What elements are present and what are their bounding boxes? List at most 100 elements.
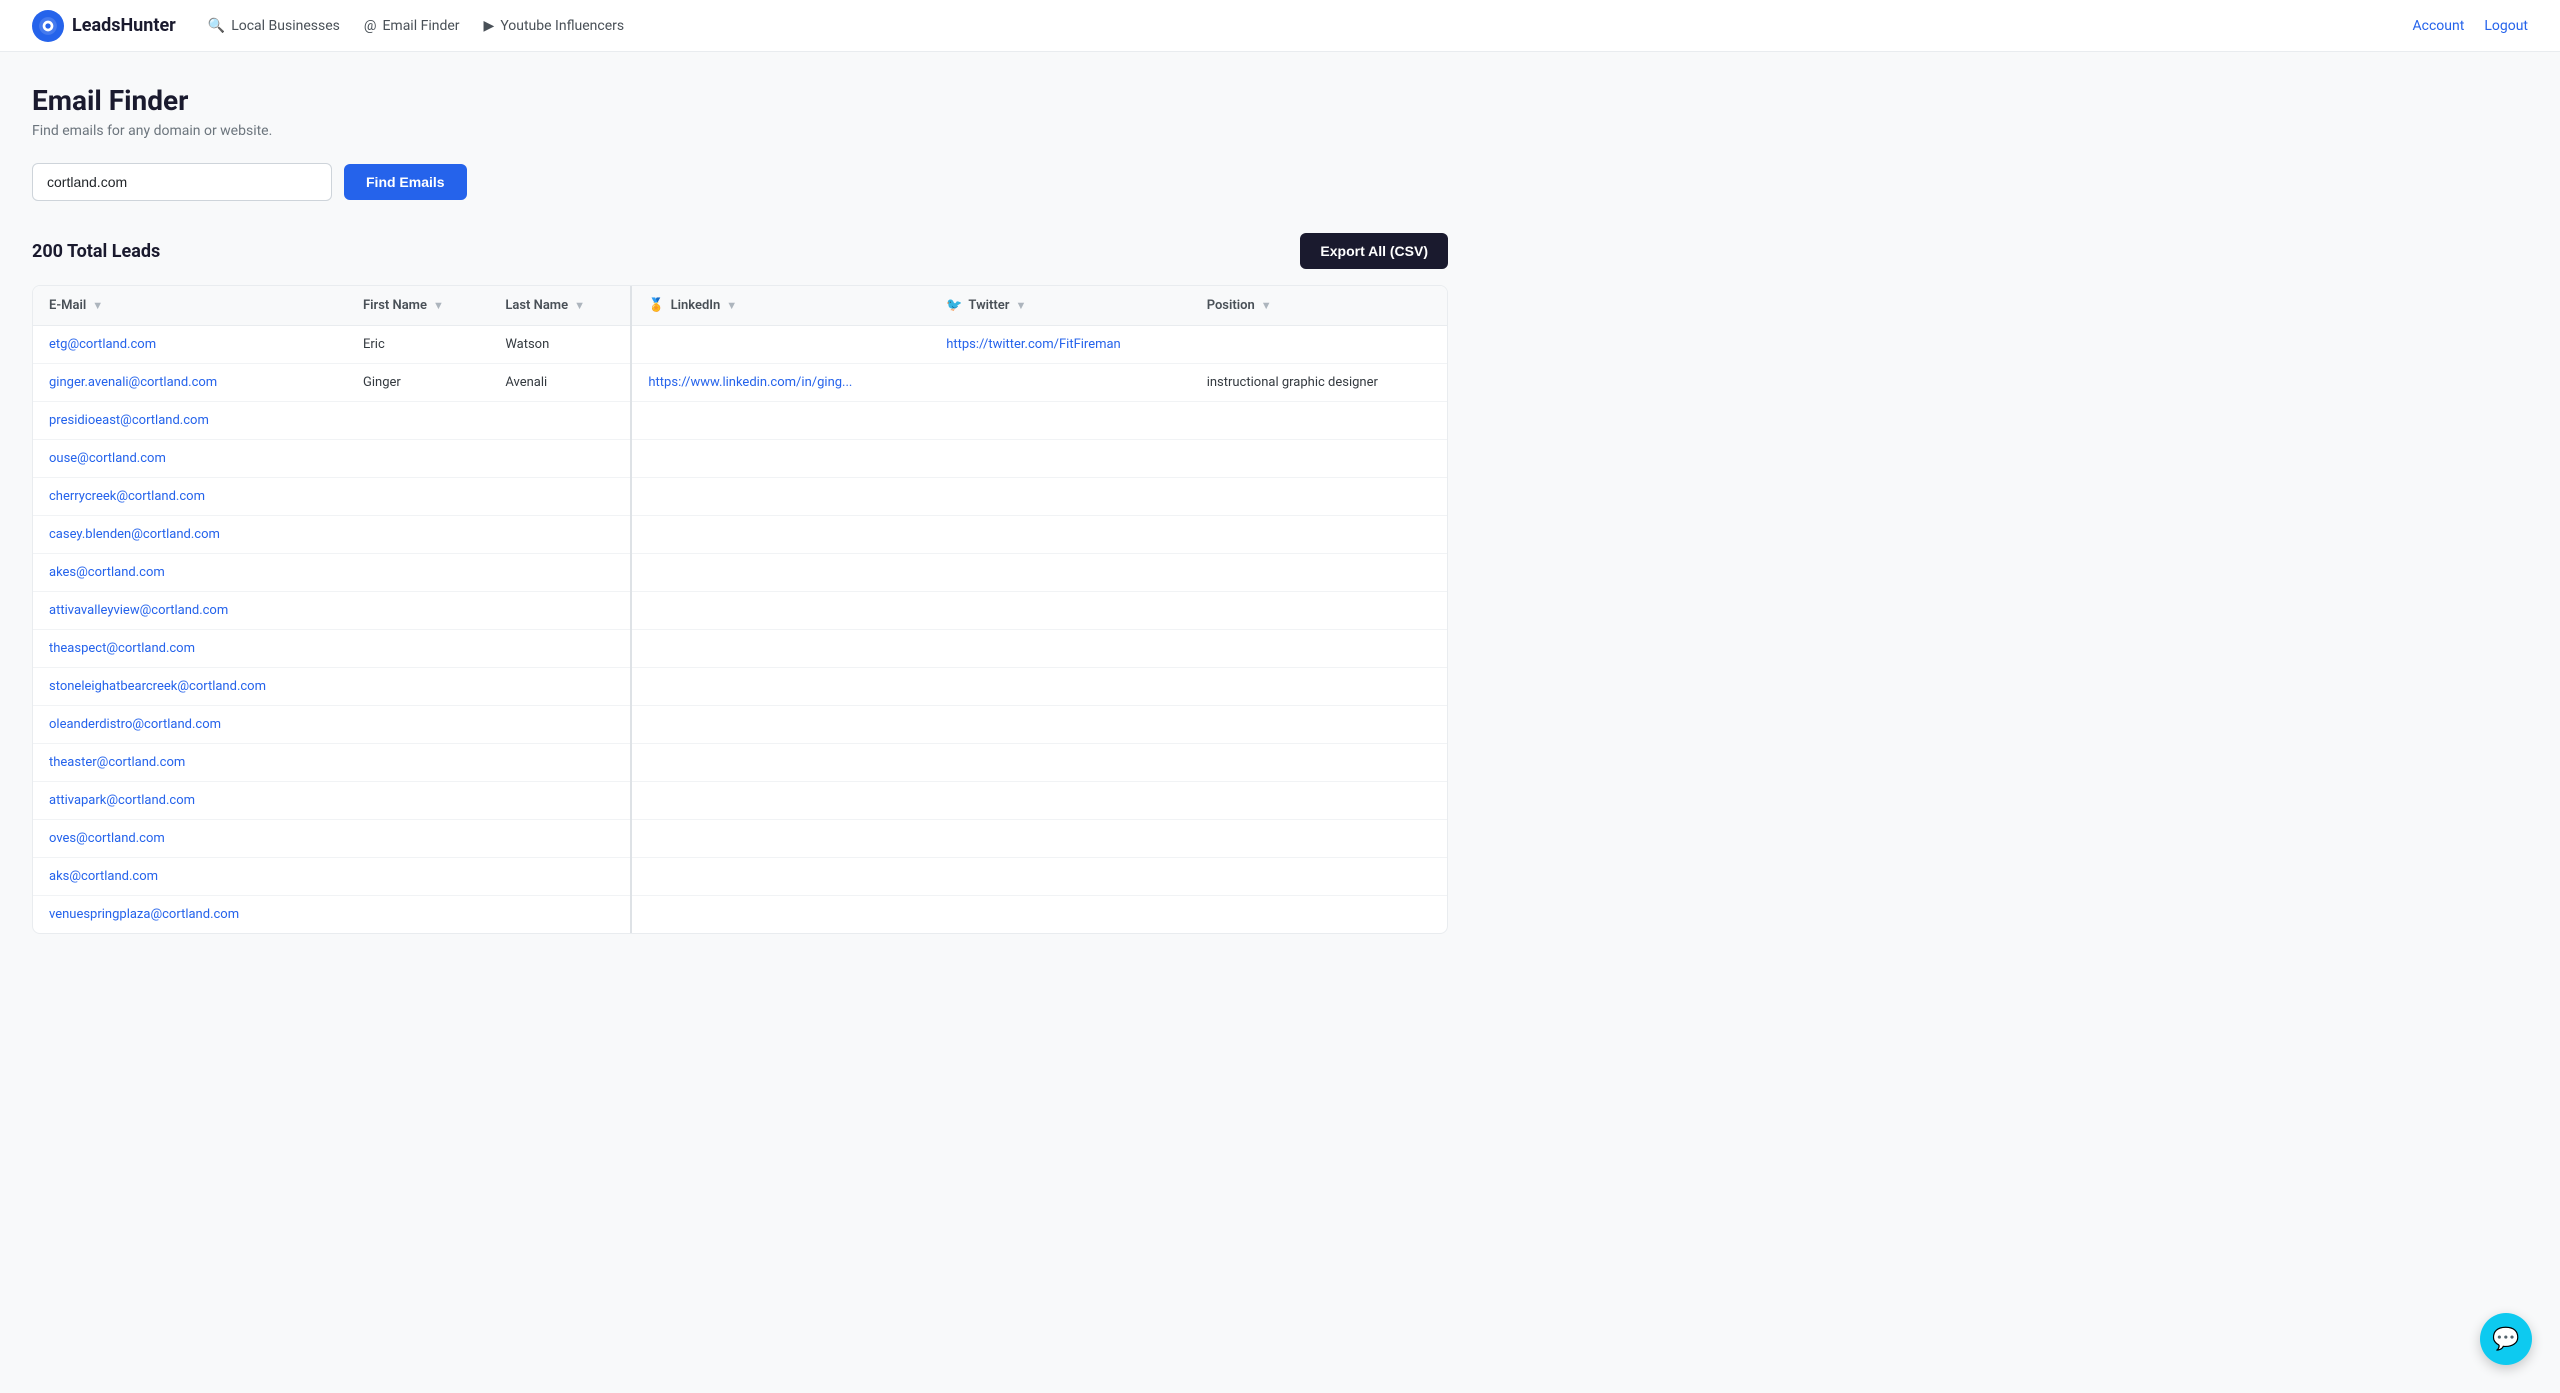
- col-last-name: Last Name ▼: [489, 286, 631, 326]
- cell-linkedin: [631, 630, 930, 668]
- cell-position: [1191, 440, 1447, 478]
- cell-last-name: [489, 440, 631, 478]
- cell-linkedin: [631, 896, 930, 934]
- nav-email-finder[interactable]: @ Email Finder: [364, 18, 460, 34]
- table-row: casey.blenden@cortland.com: [33, 516, 1447, 554]
- table-row: theaspect@cortland.com: [33, 630, 1447, 668]
- table-row: etg@cortland.comEricWatsonhttps://twitte…: [33, 326, 1447, 364]
- position-filter-icon[interactable]: ▼: [1261, 299, 1272, 312]
- cell-last-name: [489, 554, 631, 592]
- linkedin-link[interactable]: https://www.linkedin.com/in/ging...: [648, 375, 852, 390]
- cell-last-name: [489, 820, 631, 858]
- table-row: stoneleighatbearcreek@cortland.com: [33, 668, 1447, 706]
- cell-last-name: [489, 668, 631, 706]
- cell-twitter[interactable]: https://twitter.com/FitFireman: [930, 326, 1190, 364]
- cell-linkedin: [631, 478, 930, 516]
- brand-name: LeadsHunter: [72, 15, 176, 36]
- linkedin-filter-icon[interactable]: ▼: [726, 299, 737, 312]
- cell-first-name: [347, 820, 489, 858]
- page-subtitle: Find emails for any domain or website.: [32, 123, 1448, 139]
- cell-position: [1191, 668, 1447, 706]
- table-row: cherrycreek@cortland.com: [33, 478, 1447, 516]
- table-body: etg@cortland.comEricWatsonhttps://twitte…: [33, 326, 1447, 934]
- cell-first-name: Eric: [347, 326, 489, 364]
- cell-first-name: [347, 706, 489, 744]
- cell-last-name: [489, 478, 631, 516]
- cell-linkedin[interactable]: https://www.linkedin.com/in/ging...: [631, 364, 930, 402]
- find-emails-button[interactable]: Find Emails: [344, 164, 467, 200]
- leads-table: E-Mail ▼ First Name ▼ La: [33, 286, 1447, 933]
- cell-email: akes@cortland.com: [33, 554, 347, 592]
- nav-local-businesses[interactable]: 🔍 Local Businesses: [208, 18, 340, 34]
- cell-position: instructional graphic designer: [1191, 364, 1447, 402]
- cell-twitter: [930, 554, 1190, 592]
- chat-button[interactable]: 💬: [2480, 1313, 2532, 1365]
- cell-first-name: [347, 858, 489, 896]
- cell-linkedin: [631, 516, 930, 554]
- brand-logo-icon: [32, 10, 64, 42]
- youtube-icon: ▶: [484, 18, 495, 34]
- last-name-filter-icon[interactable]: ▼: [574, 299, 585, 312]
- cell-last-name: Avenali: [489, 364, 631, 402]
- account-link[interactable]: Account: [2413, 18, 2465, 34]
- brand-logo-link[interactable]: LeadsHunter: [32, 10, 176, 42]
- email-filter-icon[interactable]: ▼: [92, 299, 103, 312]
- cell-email: cherrycreek@cortland.com: [33, 478, 347, 516]
- cell-twitter: [930, 516, 1190, 554]
- table-row: ginger.avenali@cortland.comGingerAvenali…: [33, 364, 1447, 402]
- nav-youtube-influencers[interactable]: ▶ Youtube Influencers: [484, 18, 625, 34]
- cell-twitter: [930, 782, 1190, 820]
- cell-linkedin: [631, 592, 930, 630]
- cell-email: attivapark@cortland.com: [33, 782, 347, 820]
- cell-first-name: [347, 554, 489, 592]
- cell-email: venuespringplaza@cortland.com: [33, 896, 347, 934]
- table-row: oves@cortland.com: [33, 820, 1447, 858]
- table-header: E-Mail ▼ First Name ▼ La: [33, 286, 1447, 326]
- table-row: akes@cortland.com: [33, 554, 1447, 592]
- col-first-name: First Name ▼: [347, 286, 489, 326]
- cell-position: [1191, 782, 1447, 820]
- table-row: venuespringplaza@cortland.com: [33, 896, 1447, 934]
- cell-first-name: [347, 440, 489, 478]
- table-row: presidioeast@cortland.com: [33, 402, 1447, 440]
- table-scroll: E-Mail ▼ First Name ▼ La: [33, 286, 1447, 933]
- table-row: aks@cortland.com: [33, 858, 1447, 896]
- twitter-filter-icon[interactable]: ▼: [1015, 299, 1026, 312]
- cell-position: [1191, 554, 1447, 592]
- cell-first-name: [347, 782, 489, 820]
- export-csv-button[interactable]: Export All (CSV): [1300, 233, 1448, 269]
- linkedin-badge-icon: 🏅: [648, 298, 664, 313]
- cell-position: [1191, 592, 1447, 630]
- logout-link[interactable]: Logout: [2484, 18, 2528, 34]
- cell-email: theaspect@cortland.com: [33, 630, 347, 668]
- cell-twitter: [930, 630, 1190, 668]
- cell-email: attivavalleyview@cortland.com: [33, 592, 347, 630]
- cell-last-name: [489, 896, 631, 934]
- cell-last-name: [489, 858, 631, 896]
- cell-position: [1191, 478, 1447, 516]
- twitter-link[interactable]: https://twitter.com/FitFireman: [946, 337, 1121, 352]
- cell-position: [1191, 402, 1447, 440]
- navbar: LeadsHunter 🔍 Local Businesses @ Email F…: [0, 0, 2560, 52]
- cell-email: theaster@cortland.com: [33, 744, 347, 782]
- nav-youtube-label: Youtube Influencers: [500, 18, 624, 34]
- cell-email: casey.blenden@cortland.com: [33, 516, 347, 554]
- cell-twitter: [930, 896, 1190, 934]
- navbar-right: Account Logout: [2413, 18, 2528, 34]
- search-input[interactable]: [32, 163, 332, 201]
- email-icon: @: [364, 18, 377, 34]
- col-linkedin: 🏅 LinkedIn ▼: [631, 286, 930, 326]
- col-twitter: 🐦 Twitter ▼: [930, 286, 1190, 326]
- cell-linkedin: [631, 440, 930, 478]
- cell-position: [1191, 516, 1447, 554]
- cell-first-name: [347, 630, 489, 668]
- cell-email: etg@cortland.com: [33, 326, 347, 364]
- cell-last-name: [489, 630, 631, 668]
- search-icon: 🔍: [208, 18, 225, 34]
- first-name-filter-icon[interactable]: ▼: [433, 299, 444, 312]
- cell-linkedin: [631, 858, 930, 896]
- cell-twitter: [930, 592, 1190, 630]
- cell-first-name: [347, 516, 489, 554]
- cell-twitter: [930, 668, 1190, 706]
- cell-position: [1191, 896, 1447, 934]
